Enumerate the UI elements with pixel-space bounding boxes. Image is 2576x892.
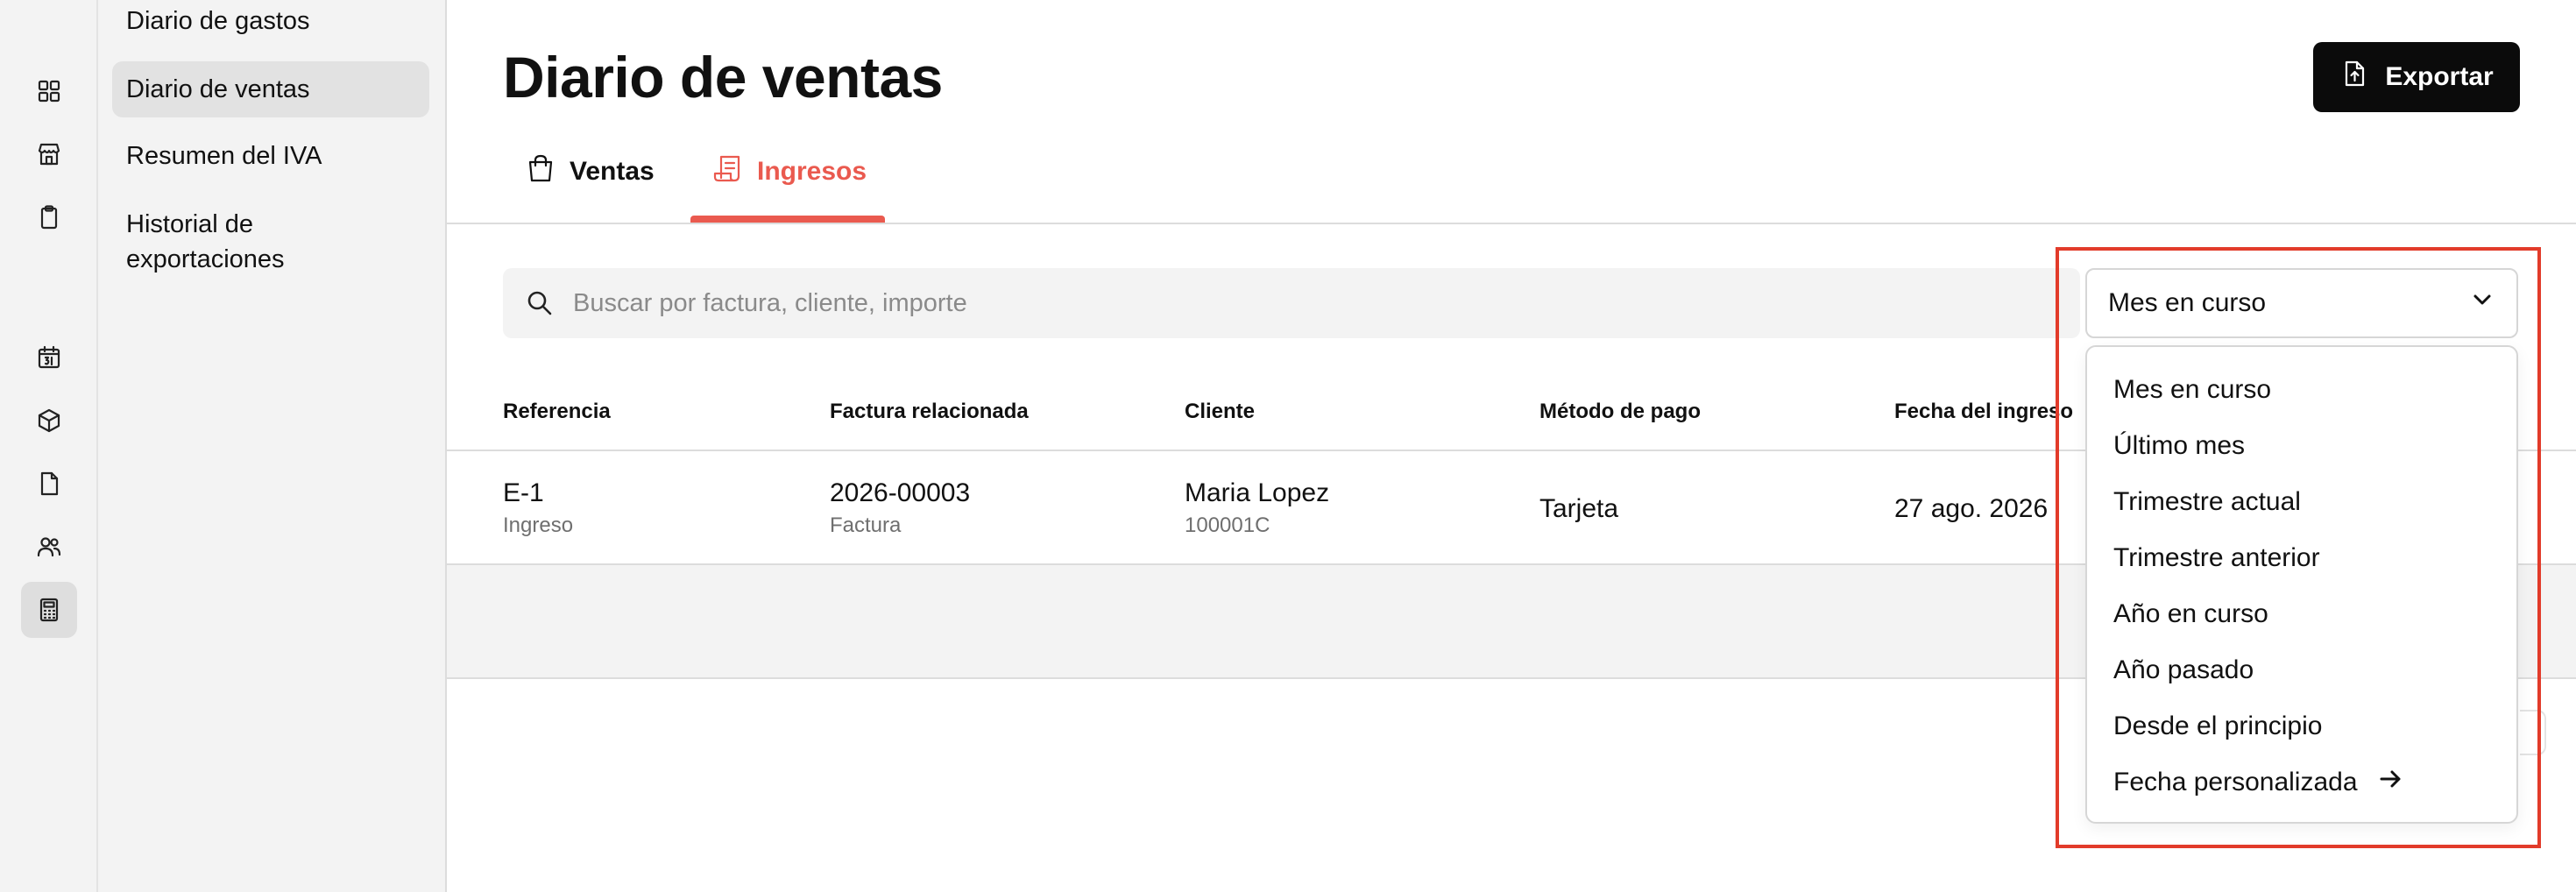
cell-cliente-id: 100001C <box>1185 513 1270 537</box>
tab-ventas[interactable]: Ventas <box>524 149 655 195</box>
pagination-next-button[interactable] <box>2520 710 2546 755</box>
period-select-value: Mes en curso <box>2108 288 2267 317</box>
period-option-desde-el-principio[interactable]: Desde el principio <box>2113 704 2322 748</box>
option-label: Último mes <box>2113 431 2246 460</box>
icon-rail <box>0 0 98 892</box>
tab-ingresos[interactable]: Ingresos <box>711 149 867 195</box>
search-bar <box>503 268 2080 338</box>
cell-factura: 2026-00003 <box>830 478 971 507</box>
column-header-factura-relacionada[interactable]: Factura relacionada <box>830 400 1029 424</box>
period-option-ano-pasado[interactable]: Año pasado <box>2113 648 2254 692</box>
period-dropdown-menu: Mes en curso Último mes Trimestre actual… <box>2085 345 2518 824</box>
chevron-down-icon <box>2469 287 2495 320</box>
period-option-trimestre-anterior[interactable]: Trimestre anterior <box>2113 536 2320 580</box>
column-header-metodo-pago[interactable]: Método de pago <box>1539 400 1701 424</box>
users-icon[interactable] <box>21 519 77 575</box>
export-button[interactable]: Exportar <box>2313 42 2520 112</box>
option-label: Trimestre anterior <box>2113 543 2320 572</box>
store-icon[interactable] <box>21 126 77 182</box>
active-tab-indicator <box>690 216 885 223</box>
column-header-referencia[interactable]: Referencia <box>503 400 611 424</box>
option-label: Fecha personalizada <box>2113 768 2358 796</box>
export-label: Exportar <box>2385 62 2494 91</box>
calendar-icon[interactable] <box>21 329 77 386</box>
subnav-item-historial-exportaciones[interactable]: Historial de exportaciones <box>112 196 429 287</box>
subnav-item-diario-ventas[interactable]: Diario de ventas <box>112 61 429 117</box>
cell-referencia: E-1 <box>503 478 544 507</box>
option-label: Año pasado <box>2113 655 2254 684</box>
option-label: Año en curso <box>2113 599 2268 628</box>
tab-label: Ventas <box>570 157 655 186</box>
column-header-fecha-ingreso[interactable]: Fecha del ingreso <box>1894 400 2073 424</box>
subnav-item-diario-gastos[interactable]: Diario de gastos <box>112 0 429 49</box>
cell-fecha: 27 ago. 2026 <box>1894 494 2049 523</box>
cell-metodo-pago: Tarjeta <box>1539 494 1619 523</box>
grid-icon[interactable] <box>21 63 77 119</box>
period-option-ano-en-curso[interactable]: Año en curso <box>2113 592 2268 636</box>
option-label: Mes en curso <box>2113 375 2272 404</box>
cell-referencia-type: Ingreso <box>503 513 574 537</box>
period-select[interactable]: Mes en curso <box>2085 268 2518 338</box>
column-header-cliente[interactable]: Cliente <box>1185 400 1255 424</box>
period-option-trimestre-actual[interactable]: Trimestre actual <box>2113 480 2301 524</box>
clipboard-icon[interactable] <box>21 189 77 245</box>
option-label: Trimestre actual <box>2113 487 2301 516</box>
file-upload-icon <box>2339 59 2369 96</box>
receipt-icon <box>711 152 745 192</box>
option-label: Desde el principio <box>2113 711 2323 740</box>
period-option-ultimo-mes[interactable]: Último mes <box>2113 424 2245 468</box>
tabs-divider <box>447 223 2576 224</box>
period-option-mes-en-curso[interactable]: Mes en curso <box>2113 368 2271 412</box>
file-icon[interactable] <box>21 456 77 512</box>
period-option-fecha-personalizada[interactable]: Fecha personalizada <box>2113 761 2403 804</box>
arrow-right-icon <box>2377 766 2403 799</box>
cell-factura-type: Factura <box>830 513 902 537</box>
calculator-icon[interactable] <box>21 582 77 638</box>
box-icon[interactable] <box>21 393 77 449</box>
page-title: Diario de ventas <box>503 45 943 110</box>
subnav-item-resumen-iva[interactable]: Resumen del IVA <box>112 128 429 184</box>
search-input[interactable] <box>573 268 2063 338</box>
tab-label: Ingresos <box>757 157 867 186</box>
shopping-bag-icon <box>524 152 557 192</box>
sub-navigation: Diario de gastos Diario de ventas Resume… <box>98 0 447 892</box>
cell-cliente: Maria Lopez <box>1185 478 1330 507</box>
